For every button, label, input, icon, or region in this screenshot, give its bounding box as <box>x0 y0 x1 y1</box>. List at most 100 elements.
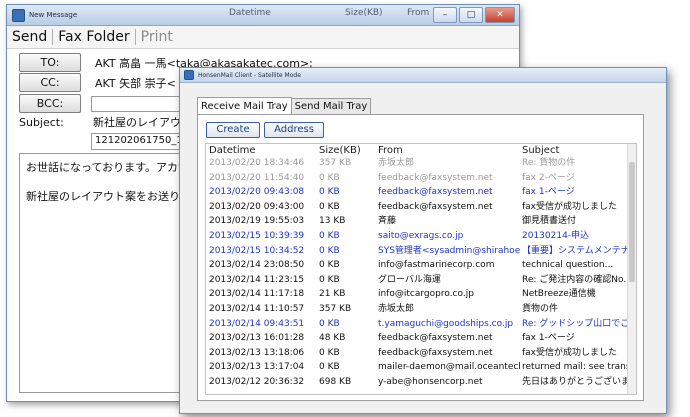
menu-print[interactable]: Print <box>136 29 178 45</box>
mail-row[interactable]: 2013/02/13 13:18:06 0 KB feedback@faxsyste… <box>206 347 636 360</box>
cell-from: 赤坂太郎 <box>378 158 415 168</box>
mail-row[interactable]: 2013/02/15 10:39:39 0 KB saito@exrags.co.j… <box>206 230 636 243</box>
cell-datetime: 2013/02/20 11:54:40 <box>209 172 305 183</box>
column-header-from[interactable]: From <box>378 144 520 157</box>
cell-size: 0 KB <box>319 260 340 271</box>
window-controls: – □ ✕ <box>433 7 515 23</box>
cell-size: 357 KB <box>319 304 352 314</box>
app-icon <box>12 8 25 22</box>
cell-datetime: 2013/02/13 16:01:28 <box>209 333 305 344</box>
cell-subject: fax 1-ページ <box>522 187 575 198</box>
cell-from: feedback@faxsystem.net <box>378 347 493 358</box>
app-icon <box>184 70 194 80</box>
cell-size: 0 KB <box>319 187 340 198</box>
mail-row[interactable]: 2013/02/14 11:23:15 0 KB グローバル海運 Re: ご発注内容の… <box>206 274 636 287</box>
tab-send-mail-tray[interactable]: Send Mail Tray <box>290 98 372 114</box>
cell-size: 357 KB <box>319 158 352 168</box>
cell-from: info@fastmarinecorp.com <box>378 260 495 271</box>
cell-datetime: 2013/02/14 11:10:57 <box>209 304 305 314</box>
mail-window-title: HonsenMail Client - Satellite Mode <box>198 71 301 79</box>
tray-tabs: Receive Mail Tray Send Mail Tray <box>197 97 372 114</box>
mail-row[interactable]: 2013/02/14 23:08:50 0 KB info@fastmarineco… <box>206 259 636 272</box>
cell-from: SYS管理者<sysadmin@shirahoe <box>378 245 520 256</box>
bcc-button[interactable]: BCC: <box>19 94 81 113</box>
cc-row: CC: AKT 矢部 崇子< <box>19 73 176 92</box>
cell-from: feedback@faxsystem.net <box>378 201 493 212</box>
ghost-header-from: From <box>407 8 430 18</box>
cell-datetime: 2013/02/14 23:08:50 <box>209 260 305 271</box>
cell-subject: 御見積書送付 <box>522 216 577 227</box>
create-button[interactable]: Create <box>206 122 260 138</box>
cell-size: 698 KB <box>319 377 352 387</box>
cell-datetime: 2013/02/15 10:39:39 <box>209 231 305 241</box>
subject-row: Subject: 新社屋のレイアウト <box>19 114 192 130</box>
close-icon[interactable]: ✕ <box>485 7 515 23</box>
menu-send[interactable]: Send <box>7 29 52 45</box>
minimize-icon[interactable]: – <box>433 7 457 23</box>
column-header-size[interactable]: Size(KB) <box>319 144 374 157</box>
mail-list-header: Datetime Size(KB) From Subject <box>206 144 636 157</box>
cell-subject: fax 1-ページ <box>522 333 575 344</box>
cell-datetime: 2013/02/12 20:36:32 <box>209 377 305 387</box>
cc-recipients[interactable]: AKT 矢部 崇子< <box>95 75 176 91</box>
subject-label: Subject: <box>19 115 64 129</box>
subject-field[interactable]: 新社屋のレイアウト <box>93 114 192 130</box>
cell-datetime: 2013/02/13 13:18:06 <box>209 347 305 358</box>
mail-row[interactable]: 2013/02/13 13:17:04 0 KB mailer-daemon@mai… <box>206 361 636 374</box>
cell-size: 13 KB <box>319 216 346 227</box>
receive-tray-panel: Create Address Datetime Size(KB) From Su… <box>197 114 644 401</box>
mail-row[interactable]: 2013/02/14 11:10:57 357 KB 赤坂太郎 貨物の件 <box>206 303 636 316</box>
cell-subject: 【重要】システムメンテナン… <box>522 245 632 256</box>
cell-from: 斉藤 <box>378 216 397 227</box>
column-header-datetime[interactable]: Datetime <box>209 144 319 157</box>
subject-code-field[interactable]: 12120206175​0_1D <box>91 133 191 150</box>
maximize-icon[interactable]: □ <box>459 7 483 23</box>
cell-size: 0 KB <box>319 201 340 212</box>
cell-from: saito@exrags.co.jp <box>378 231 464 241</box>
scrollbar-thumb[interactable] <box>629 162 635 282</box>
cell-subject: 20130214-申込 <box>522 231 590 241</box>
message-menubar: Send Fax Folder Print <box>7 26 519 49</box>
cell-subject: NetBreeze通信機 <box>522 289 596 300</box>
cell-subject: fax受信が成功しました <box>522 347 618 358</box>
mail-row[interactable]: 2013/02/19 19:55:03 13 KB 斉藤 御見積書送付 <box>206 215 636 228</box>
mail-row[interactable]: 2013/02/14 11:17:18 21 KB info@itcargopro.… <box>206 288 636 301</box>
cell-size: 48 KB <box>319 333 346 344</box>
mail-row[interactable]: 2013/02/20 18:34:46 357 KB 赤坂太郎 Re: 貨物の件 <box>206 157 636 170</box>
cell-from: info@itcargopro.co.jp <box>378 289 474 300</box>
to-button[interactable]: TO: <box>19 53 81 72</box>
mail-row[interactable]: 2013/02/15 10:34:52 0 KB SYS管理者<sysadmin@s… <box>206 245 636 258</box>
mail-row[interactable]: 2013/02/14 09:43:51 0 KB t.yamaguchi@goods… <box>206 318 636 331</box>
cell-size: 0 KB <box>319 245 340 256</box>
cell-size: 0 KB <box>319 231 340 241</box>
mail-list: Datetime Size(KB) From Subject 2013/02/2… <box>205 143 637 395</box>
cc-button[interactable]: CC: <box>19 73 81 92</box>
cell-from: feedback@faxsystem.net <box>378 187 493 198</box>
mail-row[interactable]: 2013/02/12 20:36:32 698 KB y-abe@honsencor… <box>206 376 636 389</box>
cell-from: mailer-daemon@mail.oceantech… <box>378 362 520 373</box>
cell-size: 0 KB <box>319 274 340 285</box>
cell-datetime: 2013/02/13 13:17:04 <box>209 362 305 373</box>
cell-size: 0 KB <box>319 172 340 183</box>
cell-from: feedback@faxsystem.net <box>378 172 493 183</box>
mail-row[interactable]: 2013/02/20 09:43:08 0 KB feedback@faxsyste… <box>206 186 636 199</box>
column-header-subject[interactable]: Subject <box>522 144 632 157</box>
message-window-title: New Message <box>29 11 78 19</box>
vertical-scrollbar[interactable] <box>627 144 636 394</box>
cell-from: y-abe@honsencorp.net <box>378 377 483 387</box>
mail-row[interactable]: 2013/02/13 16:01:28 48 KB feedback@faxsyst… <box>206 332 636 345</box>
cell-datetime: 2013/02/20 09:43:00 <box>209 201 305 212</box>
cell-size: 0 KB <box>319 318 340 329</box>
cell-size: 21 KB <box>319 289 346 300</box>
message-titlebar: New Message Datetime Size(KB) From – □ ✕ <box>7 5 519 26</box>
mail-row[interactable]: 2013/02/20 09:43:00 0 KB feedback@faxsyste… <box>206 201 636 214</box>
cell-subject: Re: 貨物の件 <box>522 158 576 168</box>
mail-row[interactable]: 2013/02/20 11:54:40 0 KB feedback@faxsyste… <box>206 172 636 185</box>
tab-receive-mail-tray[interactable]: Receive Mail Tray <box>197 97 292 114</box>
cell-from: 赤坂太郎 <box>378 304 415 314</box>
cell-datetime: 2013/02/14 09:43:51 <box>209 318 305 329</box>
address-button[interactable]: Address <box>264 122 324 138</box>
menu-fax-folder[interactable]: Fax Folder <box>53 29 134 45</box>
cell-from: t.yamaguchi@goodships.co.jp <box>378 318 514 329</box>
cell-subject: fax受信が成功しました <box>522 201 618 212</box>
